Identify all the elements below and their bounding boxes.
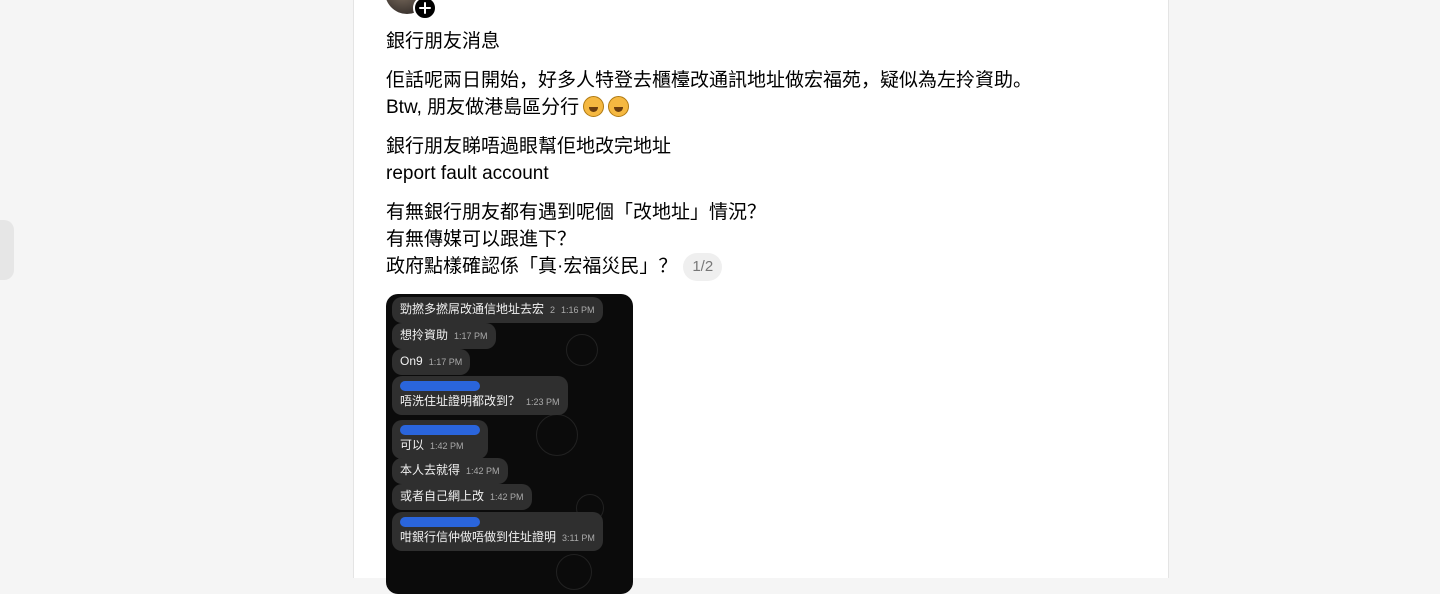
image-page-counter: 1/2 <box>683 253 723 281</box>
message-time: 1:16 PM <box>561 305 595 315</box>
message-text: 可以 <box>400 438 425 452</box>
message-text: 想拎資助 <box>400 328 449 342</box>
paragraph-bank-change: 佢話呢兩日開始，好多人特登去櫃檯改通訊地址做宏福苑，疑似為左拎資助。 Btw, … <box>386 67 1126 121</box>
rolling-on-floor-laughing-emoji-icon <box>583 96 605 117</box>
message-time: 1:23 PM <box>526 397 560 407</box>
redacted-name <box>400 517 480 527</box>
message-text: 本人去就得 <box>400 463 461 477</box>
chat-message: 勁撚多撚屌改通信地址去宏 2 1:16 PM <box>392 297 603 323</box>
message-time: 3:11 PM <box>562 533 595 543</box>
text-line: 銀行朋友睇唔過眼幫佢地改完地址 <box>386 136 672 157</box>
paragraph-questions: 有無銀行朋友都有遇到呢個「改地址」情況？ 有無傳媒可以跟進下？ 政府點樣確認係「… <box>386 199 1126 281</box>
wallpaper-doodle <box>536 414 578 456</box>
text-line-with-counter: 政府點樣確認係「真·宏福災民」？ 1/2 <box>386 253 1126 281</box>
chat-message: 咁銀行信仲做唔做到住址證明 3:11 PM <box>392 512 603 551</box>
message-time: 1:17 PM <box>454 331 488 341</box>
text-line: 有無銀行朋友都有遇到呢個「改地址」情況？ <box>386 202 767 223</box>
chat-message: 想拎資助 1:17 PM <box>392 323 496 349</box>
author-avatar-container[interactable] <box>385 0 437 20</box>
chat-message: 可以 1:42 PM <box>392 420 488 459</box>
wallpaper-doodle <box>556 554 592 590</box>
text-line: report fault account <box>386 163 549 184</box>
text-line: Btw, 朋友做港島區分行 <box>386 97 580 118</box>
post-title-line: 銀行朋友消息 <box>386 31 501 52</box>
message-time: 1:42 PM <box>490 492 524 502</box>
message-text: On9 <box>400 354 423 368</box>
chat-message: 本人去就得 1:42 PM <box>392 458 508 484</box>
text-line: 政府點樣確認係「真·宏福災民」？ <box>386 256 678 277</box>
message-time: 1:17 PM <box>428 357 463 367</box>
message-time: 1:42 PM <box>430 441 464 451</box>
follow-button[interactable] <box>413 0 437 20</box>
message-time: 1:42 PM <box>466 466 500 476</box>
message-text: 唔洗住址證明都改到？ <box>400 394 521 408</box>
post-body: 銀行朋友消息 佢話呢兩日開始，好多人特登去櫃檯改通訊地址做宏福苑，疑似為左拎資助… <box>386 28 1126 293</box>
redacted-name <box>400 381 480 391</box>
message-extra: 2 <box>550 305 556 315</box>
text-line-with-emoji: Btw, 朋友做港島區分行 <box>386 94 1126 121</box>
text-line: 佢話呢兩日開始，好多人特登去櫃檯改通訊地址做宏福苑，疑似為左拎資助。 <box>386 70 1033 91</box>
post-card: 銀行朋友消息 佢話呢兩日開始，好多人特登去櫃檯改通訊地址做宏福苑，疑似為左拎資助… <box>353 0 1169 594</box>
message-text: 或者自己網上改 <box>400 489 485 503</box>
chat-message: On9 1:17 PM <box>392 349 471 375</box>
plus-icon <box>419 2 431 14</box>
chat-message: 唔洗住址證明都改到？ 1:23 PM <box>392 376 568 415</box>
message-text: 咁銀行信仲做唔做到住址證明 <box>400 530 557 544</box>
side-panel-tab[interactable] <box>0 220 14 280</box>
paragraph-report: 銀行朋友睇唔過眼幫佢地改完地址 report fault account <box>386 133 1126 187</box>
rolling-on-floor-laughing-emoji-icon <box>608 96 630 117</box>
message-text: 勁撚多撚屌改通信地址去宏 <box>400 302 545 316</box>
redacted-name <box>400 425 480 435</box>
attached-chat-screenshot[interactable]: 勁撚多撚屌改通信地址去宏 2 1:16 PM 想拎資助 1:17 PM On9 1:17… <box>386 294 633 594</box>
chat-message: 或者自己網上改 1:42 PM <box>392 484 532 510</box>
text-line: 有無傳媒可以跟進下？ <box>386 229 577 250</box>
wallpaper-doodle <box>566 334 598 366</box>
